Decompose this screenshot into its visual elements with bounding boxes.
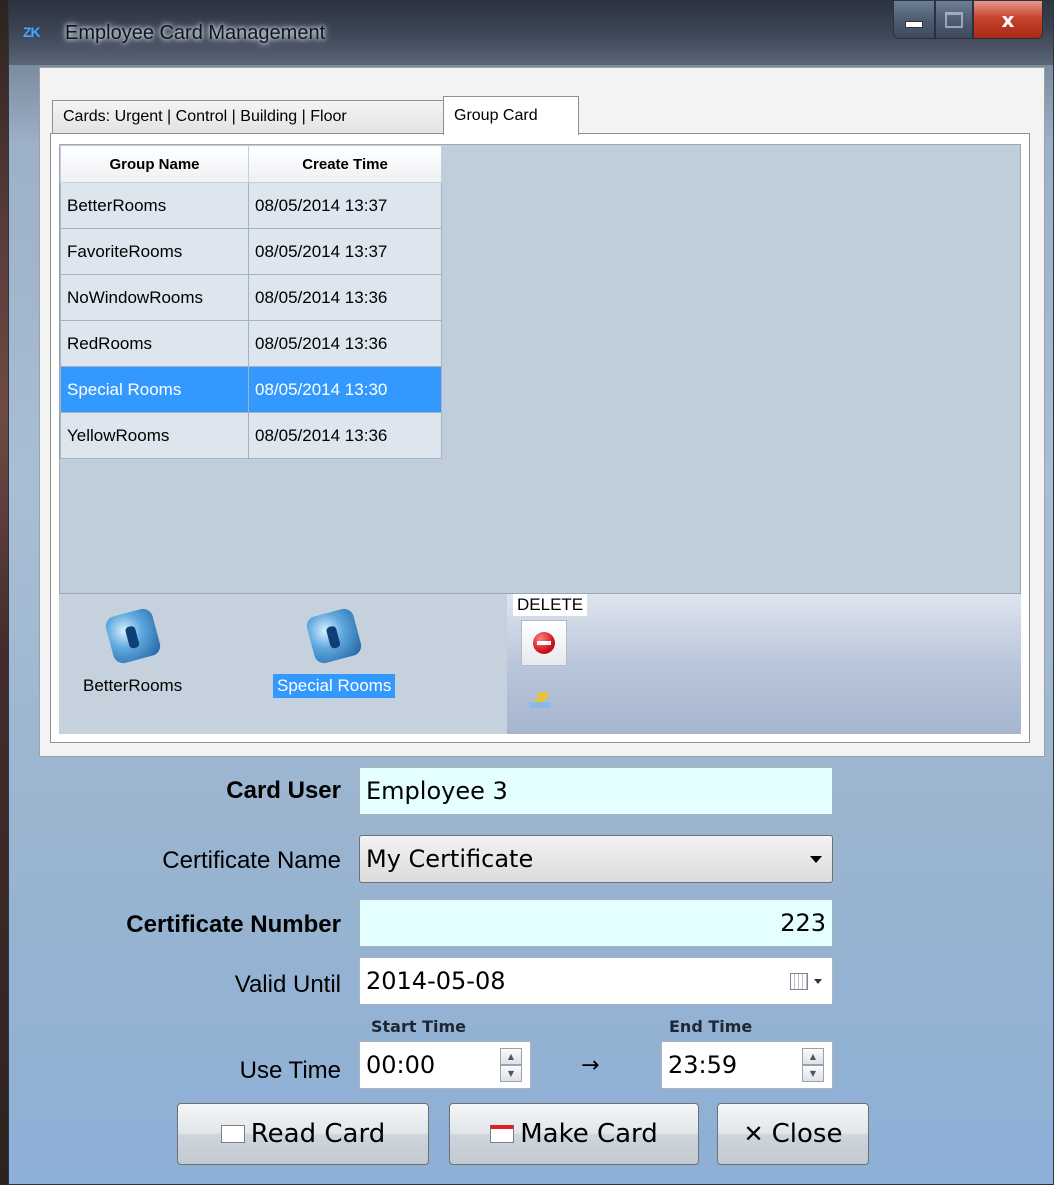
delete-button[interactable] — [521, 620, 567, 666]
card-user-label: Card User — [226, 777, 341, 804]
group-icon — [103, 606, 162, 666]
group-icon — [304, 606, 364, 666]
group-name-cell: BetterRooms — [60, 182, 249, 229]
group-tile-special-rooms[interactable]: Special Rooms — [273, 606, 396, 698]
group-table: Group Name Create Time BetterRooms 08/05… — [60, 145, 442, 459]
clear-button[interactable] — [525, 686, 555, 714]
table-row-selected[interactable]: Special Rooms 08/05/2014 13:30 — [60, 366, 442, 413]
certificate-number-label: Certificate Number — [126, 911, 341, 938]
close-icon: x — [1001, 7, 1015, 32]
group-name-cell: FavoriteRooms — [60, 228, 249, 275]
close-x-icon: ✕ — [743, 1120, 764, 1148]
make-card-label: Make Card — [520, 1119, 658, 1149]
create-time-cell: 08/05/2014 13:36 — [248, 412, 442, 459]
group-name-cell: RedRooms — [60, 320, 249, 367]
close-window-button[interactable]: x — [973, 1, 1043, 39]
group-name-cell: YellowRooms — [60, 412, 249, 459]
create-time-cell: 08/05/2014 13:36 — [248, 274, 442, 321]
spin-down-icon[interactable]: ▼ — [500, 1065, 522, 1082]
chevron-down-icon — [810, 856, 822, 863]
delete-icon — [533, 632, 555, 654]
end-time-label: End Time — [669, 1017, 753, 1036]
create-time-cell: 08/05/2014 13:37 — [248, 228, 442, 275]
certificate-name-value: My Certificate — [366, 845, 534, 873]
card-user-field[interactable]: Employee 3 — [359, 767, 833, 815]
arrow-right-icon: → — [581, 1053, 600, 1078]
start-time-field[interactable]: 00:00 ▲ ▼ — [359, 1041, 531, 1089]
title-bar[interactable]: ZK Employee Card Management x — [9, 1, 1053, 65]
main-content-panel: Cards: Urgent | Control | Building | Flo… — [39, 67, 1045, 757]
column-header-group-name[interactable]: Group Name — [60, 145, 249, 183]
start-time-value: 00:00 — [366, 1051, 436, 1079]
group-icons-area: BetterRooms Special Rooms DELETE — [59, 594, 1021, 734]
card-icon — [220, 1125, 245, 1143]
spin-up-icon[interactable]: ▲ — [500, 1048, 522, 1065]
caption-buttons: x — [893, 1, 1043, 41]
end-time-value: 23:59 — [668, 1051, 738, 1079]
group-actions-area: DELETE — [507, 594, 1021, 734]
group-name-cell: NoWindowRooms — [60, 274, 249, 321]
certificate-name-select[interactable]: My Certificate — [359, 835, 833, 883]
end-time-field[interactable]: 23:59 ▲ ▼ — [661, 1041, 833, 1089]
create-time-cell: 08/05/2014 13:30 — [248, 366, 442, 413]
calendar-dropdown-icon — [814, 979, 822, 984]
table-row[interactable]: YellowRooms 08/05/2014 13:36 — [60, 412, 442, 459]
maximize-icon — [945, 11, 963, 28]
maximize-button[interactable] — [935, 1, 973, 39]
close-button[interactable]: ✕ Close — [717, 1103, 869, 1165]
create-time-cell: 08/05/2014 13:36 — [248, 320, 442, 367]
group-card-tab-panel: Group Name Create Time BetterRooms 08/05… — [50, 133, 1030, 743]
valid-until-value: 2014-05-08 — [366, 967, 506, 995]
window-title: Employee Card Management — [65, 22, 326, 44]
card-write-icon — [490, 1125, 515, 1143]
start-time-spinner[interactable]: ▲ ▼ — [500, 1048, 522, 1082]
column-header-create-time[interactable]: Create Time — [248, 145, 442, 183]
group-tile-betterrooms[interactable]: BetterRooms — [79, 606, 186, 698]
broom-icon — [529, 692, 551, 708]
certificate-number-field[interactable]: 223 — [359, 899, 833, 947]
calendar-icon[interactable] — [790, 973, 808, 990]
spin-up-icon[interactable]: ▲ — [802, 1048, 824, 1065]
group-name-cell: Special Rooms — [60, 366, 249, 413]
start-time-label: Start Time — [371, 1017, 466, 1036]
table-row[interactable]: FavoriteRooms 08/05/2014 13:37 — [60, 228, 442, 275]
valid-until-label: Valid Until — [234, 971, 341, 998]
delete-tooltip: DELETE — [513, 594, 588, 616]
read-card-label: Read Card — [250, 1119, 386, 1149]
table-row[interactable]: NoWindowRooms 08/05/2014 13:36 — [60, 274, 442, 321]
read-card-button[interactable]: Read Card — [177, 1103, 429, 1165]
table-row[interactable]: RedRooms 08/05/2014 13:36 — [60, 320, 442, 367]
tab-group-card[interactable]: Group Card — [443, 96, 579, 135]
group-tile-label: BetterRooms — [83, 676, 183, 695]
valid-until-date-picker[interactable]: 2014-05-08 — [359, 957, 833, 1005]
end-time-spinner[interactable]: ▲ ▼ — [802, 1048, 824, 1082]
tab-cards[interactable]: Cards: Urgent | Control | Building | Flo… — [52, 100, 444, 133]
table-row[interactable]: BetterRooms 08/05/2014 13:37 — [60, 182, 442, 229]
group-tile-label: Special Rooms — [273, 674, 396, 698]
group-grid-area: Group Name Create Time BetterRooms 08/05… — [59, 144, 1021, 594]
employee-card-window: ZK Employee Card Management x Cards: Urg… — [8, 0, 1054, 1185]
certificate-name-label: Certificate Name — [162, 847, 341, 874]
close-label: Close — [771, 1119, 843, 1149]
spin-down-icon[interactable]: ▼ — [802, 1065, 824, 1082]
make-card-button[interactable]: Make Card — [449, 1103, 699, 1165]
minimize-button[interactable] — [893, 1, 935, 39]
use-time-label: Use Time — [239, 1057, 341, 1084]
create-time-cell: 08/05/2014 13:37 — [248, 182, 442, 229]
minimize-icon — [905, 21, 923, 28]
app-logo-icon: ZK — [23, 24, 41, 40]
